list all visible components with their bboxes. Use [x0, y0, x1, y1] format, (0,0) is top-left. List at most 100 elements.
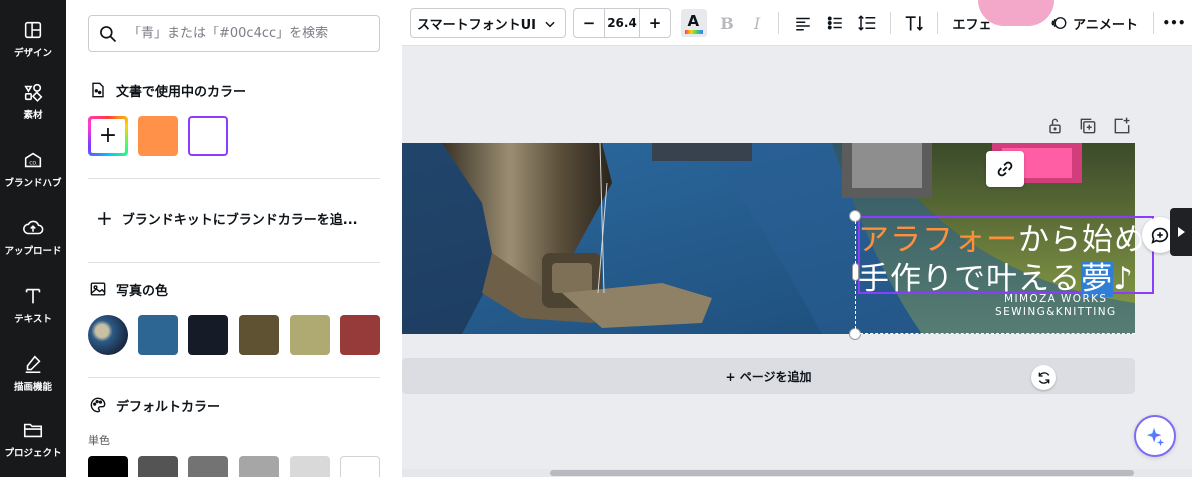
sidebar-item-text[interactable]: テキスト: [0, 276, 66, 334]
bold-button[interactable]: B: [716, 8, 738, 38]
add-color-button[interactable]: +: [88, 116, 128, 156]
add-page-button[interactable]: + ページを追加: [402, 358, 1135, 394]
guide-line: [855, 333, 1135, 334]
photo-color-swatch[interactable]: [340, 315, 380, 355]
sidebar-item-upload[interactable]: アップロード: [0, 208, 66, 266]
list-button[interactable]: [823, 8, 847, 38]
text-icon: [25, 288, 41, 304]
sidebar-item-label: プロジェクト: [4, 448, 62, 459]
palette-doc-icon: [92, 82, 104, 98]
add-brand-color-button[interactable]: + ブランドキットにブランドカラーを追...: [96, 208, 358, 228]
lock-icon[interactable]: [1045, 116, 1065, 136]
photo-colors-title: 写真の色: [88, 279, 168, 299]
line-spacing-icon: [858, 15, 876, 31]
animate-button[interactable]: アニメート: [1046, 8, 1142, 38]
italic-button[interactable]: I: [746, 8, 768, 38]
photo-color-swatch[interactable]: [290, 315, 330, 355]
refresh-button[interactable]: [1031, 365, 1056, 390]
color-panel: 文書で使用中のカラー + + ブランドキットにブランドカラーを追... 写真の色…: [66, 0, 402, 477]
design-icon: [24, 21, 42, 39]
divider: [88, 178, 380, 179]
sparkle-icon: [1146, 427, 1165, 447]
vertical-text-button[interactable]: [901, 8, 927, 38]
font-size-value[interactable]: 26.4: [604, 9, 640, 37]
sidebar-item-label: アップロード: [4, 246, 62, 257]
default-color-swatch[interactable]: [138, 456, 178, 477]
spacing-button[interactable]: [855, 8, 879, 38]
photo-color-swatch[interactable]: [188, 315, 228, 355]
sidebar-item-label: 描画機能: [13, 382, 52, 393]
sidebar-item-label: 素材: [23, 110, 43, 121]
svg-text:CO.: CO.: [29, 161, 37, 167]
svg-text:A: A: [688, 12, 700, 30]
plus-icon: +: [91, 119, 125, 153]
text-direction-icon: [905, 16, 923, 31]
link-icon: [997, 161, 1013, 177]
toolbar-divider: [1153, 12, 1154, 34]
sidebar-item-label: デザイン: [13, 48, 52, 59]
swatch-fill: [192, 120, 224, 152]
palette-icon: [90, 397, 106, 413]
sidebar-item-label: テキスト: [14, 314, 52, 325]
selected-text: 夢: [1081, 261, 1114, 297]
default-color-swatch[interactable]: [340, 456, 380, 477]
chevron-right-icon: [1178, 227, 1185, 237]
decrease-size-button[interactable]: −: [574, 9, 604, 37]
sidebar-item-draw[interactable]: 描画機能: [0, 344, 66, 402]
solid-colors-label: 単色: [88, 434, 110, 447]
sidebar-item-label: ブランドハブ: [4, 178, 62, 189]
color-search[interactable]: [88, 15, 380, 52]
duplicate-page-icon[interactable]: [1078, 116, 1098, 136]
expand-panel-tab[interactable]: [1170, 208, 1192, 256]
default-color-swatch[interactable]: [290, 456, 330, 477]
plus-icon: +: [96, 206, 113, 230]
sidebar-item-design[interactable]: デザイン: [0, 10, 66, 68]
photo-thumbnail[interactable]: [88, 315, 128, 355]
default-color-swatch[interactable]: [188, 456, 228, 477]
toolbar-divider: [778, 12, 779, 34]
upload-icon: [23, 220, 44, 235]
image-icon: [90, 282, 106, 296]
search-icon: [100, 25, 117, 42]
photo-color-swatch[interactable]: [239, 315, 279, 355]
toolbar-divider: [937, 12, 938, 34]
default-color-swatch[interactable]: [239, 456, 279, 477]
sidebar-item-projects[interactable]: プロジェクト: [0, 410, 66, 468]
comment-add-icon: [1151, 227, 1169, 244]
document-colors-title: 文書で使用中のカラー: [88, 80, 246, 100]
align-left-icon: [796, 17, 810, 31]
bullet-list-icon: [827, 16, 842, 30]
link-button[interactable]: [986, 151, 1024, 187]
horizontal-scrollbar[interactable]: [402, 469, 1192, 477]
brand-hub-icon: CO.: [24, 152, 42, 168]
subtitle-category[interactable]: SEWING&KNITTING: [995, 306, 1117, 318]
text-color-button[interactable]: A: [679, 8, 709, 38]
scrollbar-thumb[interactable]: [550, 470, 1134, 476]
divider: [88, 377, 380, 378]
refresh-icon: [1038, 371, 1049, 384]
add-page-icon[interactable]: [1112, 116, 1132, 136]
folder-icon: [23, 423, 43, 438]
subtitle-brand[interactable]: MIMOZA WORKS: [1004, 293, 1108, 305]
animate-icon: [1051, 17, 1067, 29]
toolbar-divider: [890, 12, 891, 34]
draw-icon: [25, 355, 41, 374]
increase-size-button[interactable]: +: [640, 9, 670, 37]
photo-color-swatch[interactable]: [138, 315, 178, 355]
text-color-icon: A: [681, 9, 707, 37]
sidebar-item-elements[interactable]: 素材: [0, 72, 66, 130]
document-color-swatch-selected[interactable]: [188, 116, 228, 156]
divider: [88, 262, 380, 263]
sidebar-item-brand-hub[interactable]: CO. ブランドハブ: [0, 140, 66, 198]
magic-assistant-button[interactable]: [1134, 415, 1176, 457]
default-color-swatch[interactable]: [88, 456, 128, 477]
headline-line-2[interactable]: 手作りで叶える夢♪: [858, 253, 1134, 298]
guide-line: [855, 216, 856, 334]
search-input[interactable]: [128, 26, 368, 41]
align-button[interactable]: [791, 8, 815, 38]
font-family-select[interactable]: スマートフォントUI: [410, 8, 566, 38]
font-size-stepper: − 26.4 +: [573, 8, 671, 38]
left-rail: デザイン 素材 CO. ブランドハブ アップロード テキスト 描画機能 プロジェ…: [0, 0, 66, 477]
document-color-swatch[interactable]: [138, 116, 178, 156]
more-options-button[interactable]: •••: [1162, 8, 1186, 38]
